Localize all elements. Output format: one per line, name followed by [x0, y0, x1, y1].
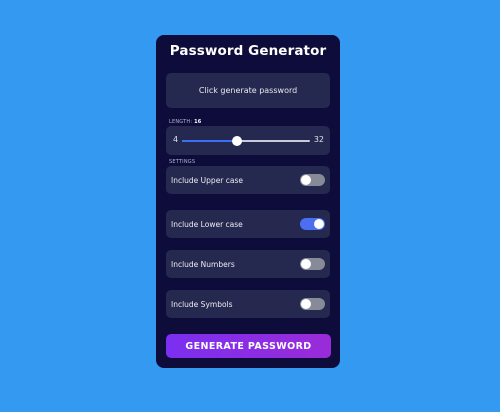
setting-row-lowercase: Include Lower case [166, 210, 330, 238]
generate-password-button[interactable]: Generate Password [166, 334, 331, 358]
settings-label: Settings [169, 159, 196, 165]
setting-label-symbols: Include Symbols [171, 299, 233, 309]
setting-label-numbers: Include Numbers [171, 259, 235, 269]
length-label-text: Length: [169, 119, 193, 125]
password-output[interactable]: Click generate password [166, 73, 330, 108]
setting-row-uppercase: Include Upper case [166, 166, 330, 194]
password-output-text: Click generate password [198, 86, 298, 95]
toggle-numbers[interactable] [300, 258, 325, 270]
toggle-lowercase[interactable] [300, 218, 325, 230]
setting-label-lowercase: Include Lower case [171, 219, 243, 229]
password-generator-card: Password Generator Click generate passwo… [156, 35, 340, 368]
setting-label-uppercase: Include Upper case [171, 175, 244, 185]
setting-row-numbers: Include Numbers [166, 250, 330, 278]
toggle-symbols[interactable] [300, 298, 325, 310]
length-label: Length: 16 [169, 119, 201, 125]
length-slider-panel: 4 32 [166, 126, 330, 155]
app-title: Password Generator [169, 43, 327, 59]
length-value: 16 [194, 119, 202, 125]
length-slider-thumb[interactable] [232, 136, 242, 146]
toggle-knob [301, 259, 311, 269]
toggle-knob [301, 175, 311, 185]
slider-min-label: 4 [173, 135, 179, 144]
toggle-knob [314, 219, 324, 229]
toggle-uppercase[interactable] [300, 174, 325, 186]
slider-max-label: 32 [313, 135, 324, 144]
toggle-knob [301, 299, 311, 309]
length-slider[interactable] [182, 136, 310, 146]
setting-row-symbols: Include Symbols [166, 290, 330, 318]
length-slider-fill [182, 140, 237, 142]
